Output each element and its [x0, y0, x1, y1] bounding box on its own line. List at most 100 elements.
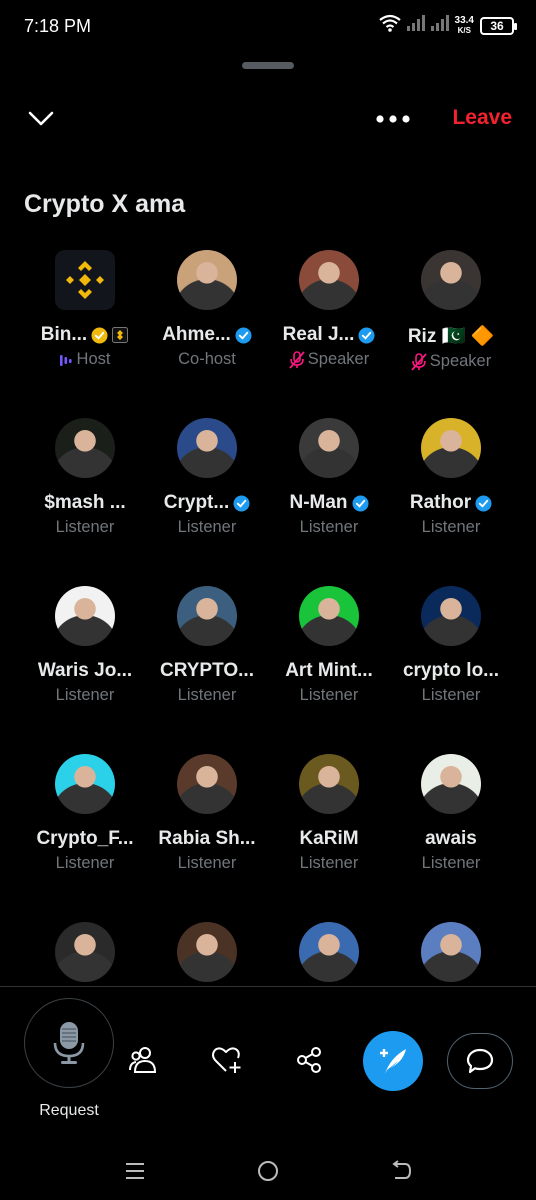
participant-name-text: CRYPTO...: [160, 660, 254, 681]
status-icons: 33.4 K/S 36: [378, 14, 517, 37]
participant[interactable]: crypto lo... Listener: [390, 586, 512, 754]
wifi-icon: [378, 14, 401, 37]
avatar[interactable]: [421, 586, 481, 646]
participant[interactable]: Crypto_F... Listener: [24, 754, 146, 922]
menu-button[interactable]: [120, 1158, 150, 1184]
avatar[interactable]: [299, 250, 359, 310]
chat-bubble-icon: [466, 1048, 494, 1074]
avatar[interactable]: [421, 418, 481, 478]
avatar[interactable]: [55, 418, 115, 478]
participant-name: Bin...: [41, 324, 129, 346]
participant-name-text: Rabia Sh...: [158, 828, 256, 849]
participant[interactable]: Real J... Speaker: [268, 250, 390, 418]
more-button[interactable]: [372, 106, 414, 132]
avatar[interactable]: [55, 754, 115, 814]
avatar[interactable]: [177, 754, 237, 814]
participant[interactable]: Waris Jo... Listener: [24, 586, 146, 754]
bottom-divider: [0, 986, 536, 987]
participant-name: Ahme...: [162, 324, 252, 346]
avatar[interactable]: [177, 586, 237, 646]
participant-role: Listener: [56, 854, 115, 873]
verified-badge: [358, 327, 375, 344]
net-speed-unit: K/S: [457, 25, 471, 35]
drag-handle[interactable]: [242, 62, 294, 69]
net-speed: 33.4 K/S: [455, 15, 474, 36]
participant-name-text: Crypt...: [163, 492, 230, 513]
participant-role: Listener: [178, 686, 237, 705]
participant-name: KaRiM: [299, 828, 358, 850]
share-button[interactable]: [289, 1040, 329, 1080]
space-top-bar: Leave: [0, 96, 536, 144]
mic-muted-icon: [289, 350, 305, 369]
participant[interactable]: N-Man Listener: [268, 418, 390, 586]
participant[interactable]: CRYPTO... Listener: [146, 586, 268, 754]
react-button[interactable]: [207, 1040, 247, 1080]
verified-icon: [235, 327, 252, 343]
participant[interactable]: awais Listener: [390, 754, 512, 922]
avatar[interactable]: [421, 250, 481, 310]
participant-name-text: $mash ...: [44, 492, 126, 513]
participant[interactable]: Rathor Listener: [390, 418, 512, 586]
avatar[interactable]: [421, 922, 481, 982]
participant-role-text: Speaker: [429, 352, 492, 370]
participant[interactable]: $mash ... Listener: [24, 418, 146, 586]
participant-role: Listener: [56, 518, 115, 537]
participant[interactable]: Riz 🇵🇰 🔶 Speaker: [390, 250, 512, 418]
microphone-icon: [53, 1022, 85, 1064]
compose-button[interactable]: [363, 1031, 423, 1091]
participant[interactable]: KaRiM Listener: [268, 754, 390, 922]
participant[interactable]: Art Mint... Listener: [268, 586, 390, 754]
more-icon: [376, 115, 410, 123]
audio-bars-icon: [59, 354, 72, 366]
avatar[interactable]: [299, 418, 359, 478]
verified-gold-badge: [91, 327, 108, 344]
leave-button[interactable]: Leave: [452, 106, 512, 130]
home-icon: [258, 1161, 278, 1181]
verified-icon: [233, 495, 250, 511]
participant-name-text: crypto lo...: [402, 660, 500, 681]
avatar[interactable]: [55, 922, 115, 982]
affiliate-badge-icon: [112, 326, 129, 343]
participant-name: Rathor: [410, 492, 492, 514]
participant[interactable]: Crypt... Listener: [146, 418, 268, 586]
avatar[interactable]: [55, 250, 115, 310]
avatar[interactable]: [421, 754, 481, 814]
participant-role: Listener: [56, 686, 115, 705]
participant-role-text: Listener: [55, 686, 115, 704]
compose-icon: [380, 1049, 406, 1074]
avatar[interactable]: [55, 586, 115, 646]
participant-role: Listener: [422, 518, 481, 537]
avatar[interactable]: [299, 586, 359, 646]
participant-name: Art Mint...: [285, 660, 373, 682]
avatar[interactable]: [177, 418, 237, 478]
participant-role-text: Listener: [421, 854, 481, 872]
participant[interactable]: Bin... Host: [24, 250, 146, 418]
request-mic-button[interactable]: [24, 998, 114, 1088]
participants-button[interactable]: [123, 1040, 163, 1080]
participant-role-text: Host: [76, 350, 111, 368]
back-button[interactable]: [386, 1158, 416, 1184]
participant[interactable]: Ahme... Co-host: [146, 250, 268, 418]
participant-role: Listener: [300, 686, 359, 705]
signal-icon: [430, 15, 449, 36]
verified-icon: [352, 495, 369, 511]
battery-level: 36: [490, 18, 504, 33]
participant-name-text: Riz 🇵🇰 🔶: [407, 326, 495, 347]
mic-muted-icon: [411, 352, 427, 371]
verified-badge: [233, 495, 250, 512]
collapse-button[interactable]: [24, 104, 58, 134]
comments-button[interactable]: [447, 1033, 513, 1089]
menu-icon: [126, 1163, 144, 1179]
participant-role-text: Listener: [299, 686, 359, 704]
avatar[interactable]: [177, 922, 237, 982]
participant-role-text: Listener: [421, 518, 481, 536]
avatar[interactable]: [177, 250, 237, 310]
avatar[interactable]: [299, 754, 359, 814]
participant-name: Waris Jo...: [38, 660, 132, 682]
avatar[interactable]: [299, 922, 359, 982]
verified-badge: [475, 495, 492, 512]
home-button[interactable]: [253, 1158, 283, 1184]
binance-logo-icon: [66, 261, 104, 299]
participant-role-text: Listener: [177, 854, 237, 872]
participant[interactable]: Rabia Sh... Listener: [146, 754, 268, 922]
